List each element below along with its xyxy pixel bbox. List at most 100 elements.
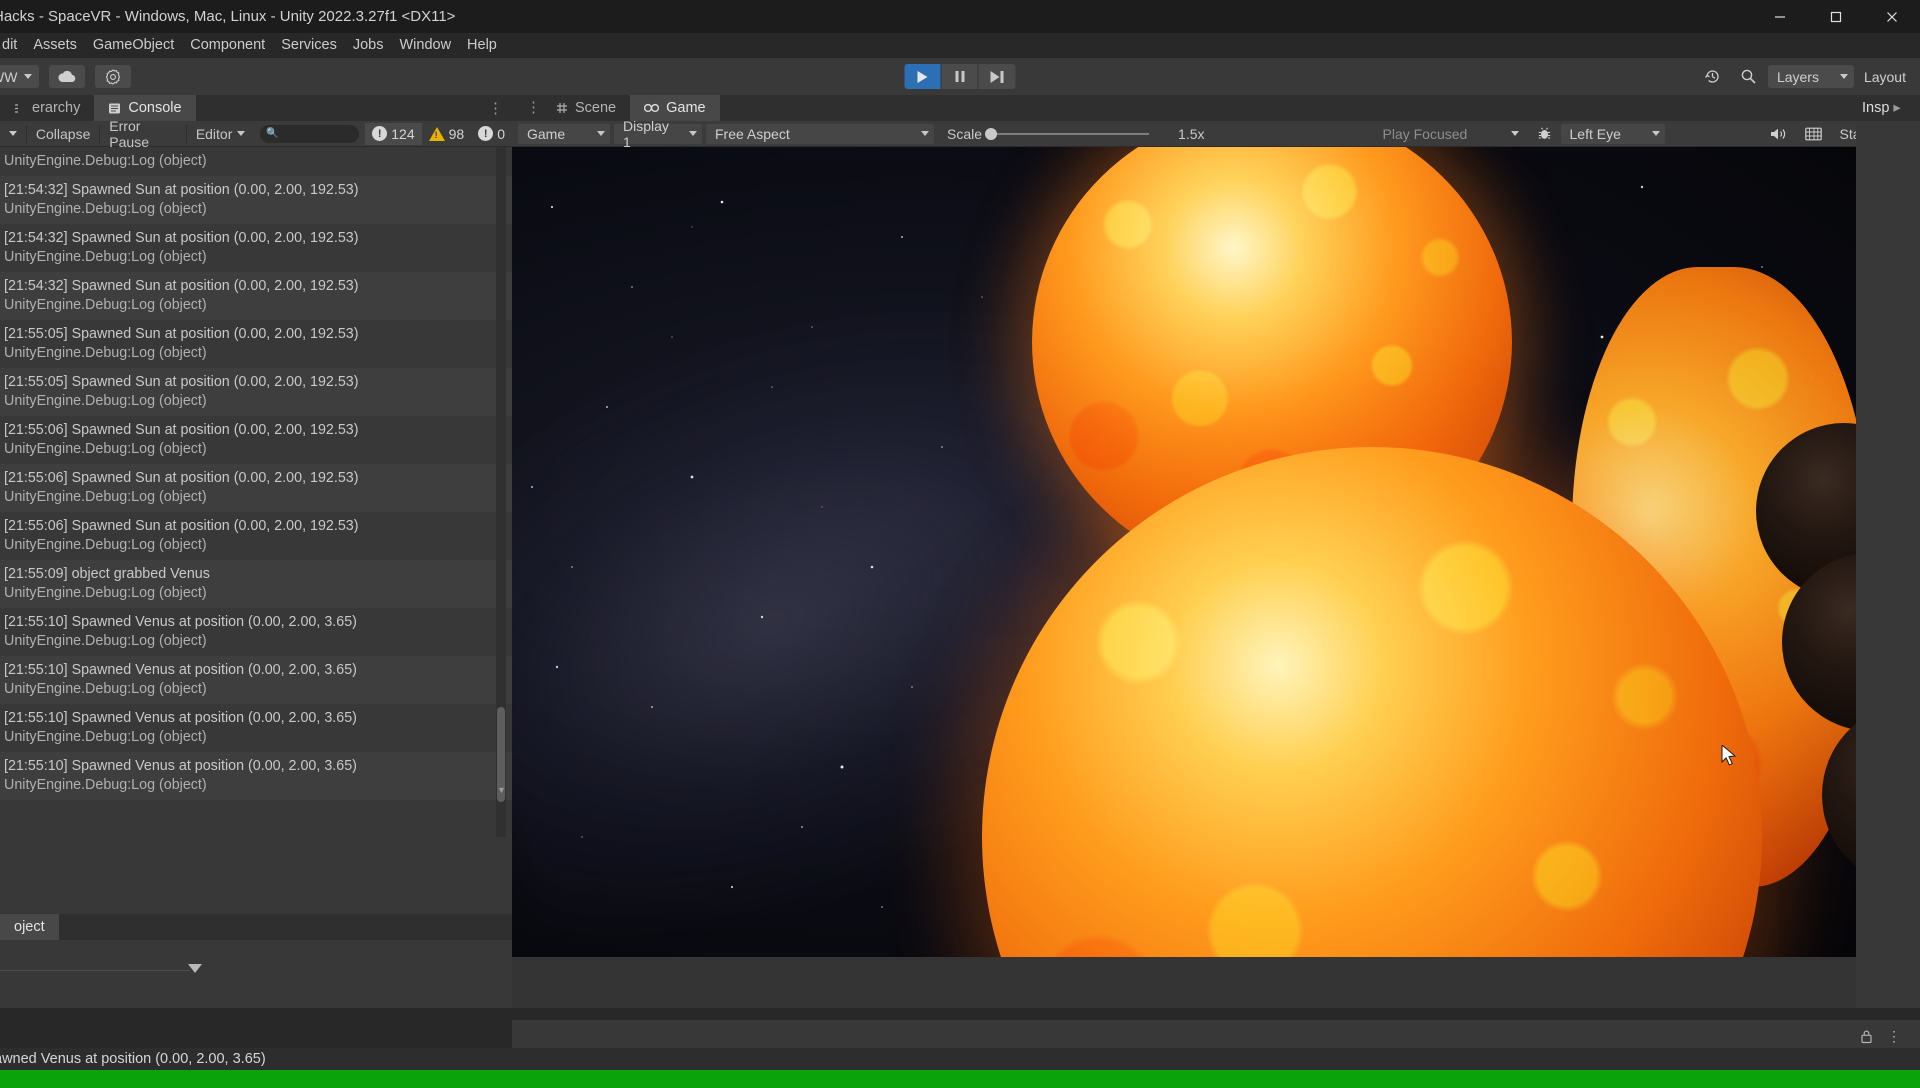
log-entry[interactable]: UnityEngine.Debug:Log (object)	[0, 147, 512, 176]
footer-icon-group: ⋮	[1860, 1028, 1902, 1045]
log-count-badge[interactable]: ! 124	[365, 122, 422, 145]
scale-label: Scale	[947, 125, 983, 142]
minimize-button[interactable]	[1752, 0, 1808, 33]
game-tab-row: ⋮ Scene Game	[512, 95, 1856, 121]
chevron-right-icon[interactable]: ▸	[1889, 100, 1900, 116]
settings-button[interactable]	[95, 65, 132, 88]
game-target-dropdown[interactable]: Game	[518, 123, 610, 144]
layers-dropdown[interactable]: Layers	[1767, 65, 1854, 88]
warning-count-badge[interactable]: 98	[422, 123, 472, 145]
log-entry[interactable]: [21:54:32] Spawned Sun at position (0.00…	[0, 176, 512, 224]
chevron-down-icon	[689, 131, 697, 136]
aspect-dropdown[interactable]: Free Aspect	[706, 123, 934, 144]
mute-audio-button[interactable]	[1761, 123, 1796, 145]
play-button[interactable]	[904, 64, 942, 89]
log-entry[interactable]: [21:55:06] Spawned Sun at position (0.00…	[0, 416, 512, 464]
log-message: [21:54:32] Spawned Sun at position (0.00…	[4, 230, 359, 246]
eye-dropdown[interactable]: Left Eye	[1560, 123, 1665, 144]
menu-edit[interactable]: dit	[0, 33, 25, 58]
slider-knob[interactable]	[985, 127, 998, 140]
scroll-down-icon[interactable]: ▼	[497, 785, 506, 795]
log-message: [21:55:05] Spawned Sun at position (0.00…	[4, 326, 359, 342]
account-dropdown[interactable]: WW	[0, 65, 40, 88]
menu-jobs[interactable]: Jobs	[345, 33, 392, 58]
search-button[interactable]	[1732, 64, 1766, 89]
close-button[interactable]	[1864, 0, 1920, 33]
tab-inspector-label[interactable]: Insp	[1856, 100, 1889, 116]
menu-assets[interactable]: Assets	[25, 33, 85, 58]
warning-icon	[428, 126, 445, 141]
tab-project[interactable]: oject	[0, 914, 59, 940]
tab-game-label: Game	[666, 100, 706, 116]
step-button[interactable]	[978, 64, 1016, 89]
step-icon	[990, 70, 1004, 83]
menu-component[interactable]: Component	[182, 33, 273, 58]
panel-menu-icon[interactable]: ⋮	[488, 99, 504, 117]
lock-icon[interactable]	[1860, 1029, 1873, 1044]
log-entry[interactable]: [21:55:10] Spawned Venus at position (0.…	[0, 704, 512, 752]
bug-button[interactable]	[1528, 123, 1561, 145]
maximize-button[interactable]	[1808, 0, 1864, 33]
cloud-button[interactable]	[49, 65, 86, 88]
chevron-down-icon	[237, 131, 246, 136]
status-bar[interactable]: awned Venus at position (0.00, 2.00, 3.6…	[0, 1048, 1920, 1070]
history-button[interactable]	[1696, 64, 1730, 89]
log-entry[interactable]: [21:55:06] Spawned Sun at position (0.00…	[0, 512, 512, 560]
menu-window[interactable]: Window	[391, 33, 459, 58]
error-pause-toggle[interactable]: Error Pause	[100, 118, 186, 150]
clear-dropdown[interactable]	[0, 124, 26, 144]
frame-debug-button[interactable]	[1796, 123, 1831, 145]
log-entry[interactable]: [21:55:06] Spawned Sun at position (0.00…	[0, 464, 512, 512]
menu-gameobject[interactable]: GameObject	[85, 33, 182, 58]
log-entry[interactable]: [21:55:10] Spawned Venus at position (0.…	[0, 656, 512, 704]
game-view-render[interactable]: Celestial VR 0x0E5d2992366475636495 fa25…	[512, 147, 1856, 957]
log-trace: UnityEngine.Debug:Log (object)	[4, 249, 207, 265]
tab-hierarchy-label: erarchy	[32, 100, 81, 116]
play-mode-dropdown[interactable]: Play Focused	[1374, 124, 1524, 144]
console-scrollbar[interactable]: ▼	[496, 147, 506, 837]
log-trace: UnityEngine.Debug:Log (object)	[4, 585, 207, 601]
log-entry[interactable]: [21:54:32] Spawned Sun at position (0.00…	[0, 272, 512, 320]
console-log-list[interactable]: UnityEngine.Debug:Log (object) [21:54:32…	[0, 147, 512, 837]
status-message: awned Venus at position (0.00, 2.00, 3.6…	[0, 1051, 266, 1067]
log-trace: UnityEngine.Debug:Log (object)	[4, 345, 207, 361]
divider	[0, 970, 190, 971]
search-icon: 🔍	[266, 128, 279, 139]
progress-bar	[0, 1070, 1920, 1088]
console-tab-row: erarchy Console ⋮	[0, 95, 512, 121]
menu-help[interactable]: Help	[459, 33, 505, 58]
playback-controls	[904, 64, 1016, 89]
chevron-down-icon	[9, 131, 17, 136]
log-entry[interactable]: [21:55:05] Spawned Sun at position (0.00…	[0, 320, 512, 368]
scale-slider-group[interactable]: Scale 1.5x	[938, 123, 1214, 145]
log-entry[interactable]: [21:55:10] Spawned Venus at position (0.…	[0, 752, 512, 800]
tab-hierarchy[interactable]: erarchy	[0, 95, 94, 121]
frame-debug-icon	[1804, 127, 1822, 140]
log-trace: UnityEngine.Debug:Log (object)	[4, 201, 207, 217]
panel-menu-icon[interactable]: ⋮	[526, 98, 542, 116]
menu-services[interactable]: Services	[273, 33, 345, 58]
log-trace: UnityEngine.Debug:Log (object)	[4, 777, 207, 793]
log-entry[interactable]: [21:55:05] Spawned Sun at position (0.00…	[0, 368, 512, 416]
collapse-toggle[interactable]: Collapse	[27, 124, 99, 144]
log-message: [21:55:10] Spawned Venus at position (0.…	[4, 662, 357, 678]
layout-dropdown[interactable]: Layout	[1856, 69, 1914, 85]
search-icon	[1742, 69, 1757, 84]
chevron-down-icon	[1651, 131, 1660, 136]
pause-button[interactable]	[941, 64, 979, 89]
display-dropdown[interactable]: Display 1	[614, 118, 702, 150]
layout-label: Layout	[1863, 68, 1906, 85]
editor-dropdown[interactable]: Editor	[187, 124, 255, 144]
footer-menu-icon[interactable]: ⋮	[1887, 1028, 1902, 1045]
resize-handle-icon[interactable]	[188, 964, 202, 973]
log-message: [21:54:32] Spawned Sun at position (0.00…	[4, 278, 359, 294]
project-panel-footer	[0, 940, 512, 1008]
console-search-input[interactable]: 🔍	[260, 124, 360, 143]
scale-slider[interactable]	[985, 127, 1150, 140]
log-entry[interactable]: [21:55:10] Spawned Venus at position (0.…	[0, 608, 512, 656]
tab-scene[interactable]: Scene	[542, 95, 630, 121]
error-count-badge[interactable]: ! 0	[471, 123, 512, 145]
log-entry[interactable]: [21:55:09] object grabbed Venus UnityEng…	[0, 560, 512, 608]
log-entry[interactable]: [21:54:32] Spawned Sun at position (0.00…	[0, 224, 512, 272]
window-controls	[1752, 0, 1920, 33]
